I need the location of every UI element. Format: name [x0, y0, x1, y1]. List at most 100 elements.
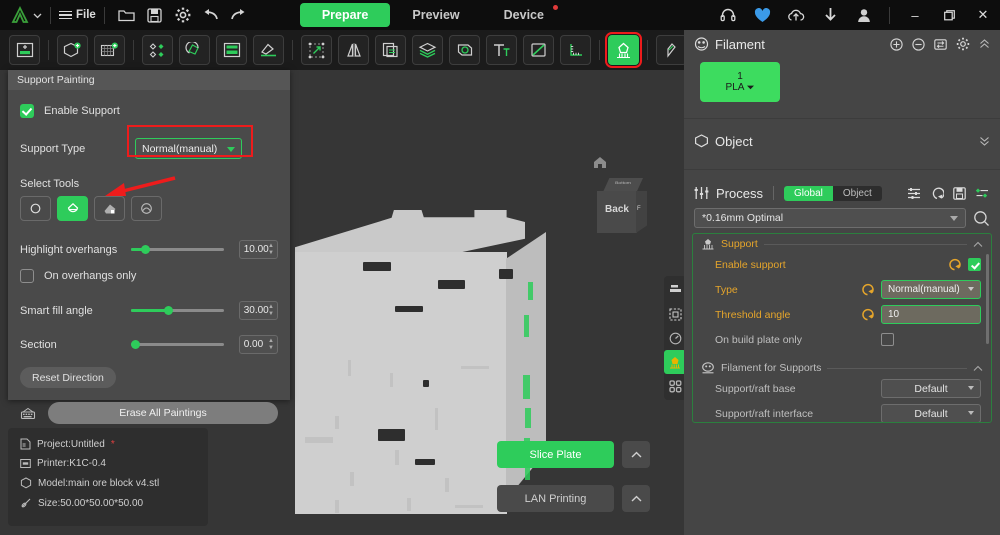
circle-brush-tool[interactable]	[20, 196, 51, 221]
color-painting-icon[interactable]	[656, 35, 687, 65]
threshold-angle-value: 10	[888, 309, 900, 320]
bounding-box-icon[interactable]	[664, 302, 684, 326]
filament-chip-1[interactable]: 1 PLA	[700, 62, 780, 102]
reset-support-type-icon[interactable]	[861, 283, 874, 296]
orient-icon[interactable]	[179, 35, 210, 65]
copy-icon[interactable]	[375, 35, 406, 65]
support-group-header[interactable]: Support	[693, 234, 991, 252]
section-input[interactable]: 0.00 ▲ ▼	[238, 335, 278, 354]
search-icon[interactable]	[973, 210, 990, 227]
tab-device[interactable]: Device	[482, 3, 566, 27]
stepper-up-icon[interactable]: ▲	[268, 243, 274, 249]
support-raft-interface-select[interactable]: Default	[881, 404, 981, 422]
tab-preview[interactable]: Preview	[390, 3, 481, 27]
add-filament-icon[interactable]	[890, 37, 903, 51]
grid-view-icon[interactable]	[664, 374, 684, 398]
heart-icon[interactable]	[745, 0, 779, 30]
stepper-down-icon[interactable]: ▼	[268, 250, 274, 256]
save-preset-icon[interactable]	[953, 186, 966, 200]
minimize-button[interactable]: –	[898, 0, 932, 30]
on-overhangs-only-checkbox[interactable]	[20, 269, 34, 283]
on-build-plate-only-checkbox[interactable]	[881, 333, 894, 346]
enable-support-row[interactable]: Enable Support	[20, 104, 278, 118]
advanced-settings-icon[interactable]	[975, 187, 990, 200]
slice-options-chevron[interactable]	[622, 441, 650, 468]
split-icon[interactable]	[216, 35, 247, 65]
support-view-icon[interactable]	[664, 350, 684, 374]
layers-icon[interactable]	[412, 35, 443, 65]
cloud-upload-icon[interactable]	[779, 0, 813, 30]
user-account-icon[interactable]	[847, 0, 881, 30]
stepper-up-icon[interactable]: ▲	[268, 338, 274, 344]
filament-supports-group-header[interactable]: Filament for Supports	[693, 358, 991, 376]
arrange-icon[interactable]	[142, 35, 173, 65]
collapse-filament-icon[interactable]	[979, 39, 990, 49]
stepper-down-icon[interactable]: ▼	[268, 311, 274, 317]
support-raft-base-select[interactable]: Default	[881, 379, 981, 398]
action-buttons: Slice Plate LAN Printing	[497, 441, 650, 512]
close-button[interactable]: ✕	[966, 0, 1000, 30]
open-project-button[interactable]	[113, 0, 141, 30]
file-menu-button[interactable]: File	[59, 9, 96, 21]
lay-flat-icon[interactable]	[253, 35, 284, 65]
highlight-overhangs-input[interactable]: 10.00 ▲ ▼	[238, 240, 278, 259]
undo-button[interactable]	[197, 0, 225, 30]
print-options-chevron[interactable]	[622, 485, 650, 512]
mirror-icon[interactable]	[338, 35, 369, 65]
smart-fill-angle-slider[interactable]	[130, 304, 224, 318]
cut-icon[interactable]	[449, 35, 480, 65]
fill-bucket-tool[interactable]	[57, 196, 88, 221]
speed-gauge-icon[interactable]	[664, 326, 684, 350]
support-painting-icon[interactable]	[605, 32, 642, 68]
sync-filament-icon[interactable]	[934, 38, 947, 51]
remove-filament-icon[interactable]	[912, 37, 925, 51]
move-icon[interactable]	[301, 35, 332, 65]
app-logo[interactable]	[0, 6, 42, 24]
slice-plate-button[interactable]: Slice Plate	[497, 441, 614, 468]
enable-support-setting-checkbox[interactable]	[968, 258, 981, 271]
process-preset-select[interactable]: *0.16mm Optimal	[694, 208, 966, 228]
threshold-angle-input[interactable]: 10	[881, 305, 981, 324]
erase-all-paintings-button[interactable]: Erase All Paintings	[48, 402, 278, 424]
seam-painting-icon[interactable]	[523, 35, 554, 65]
divider	[684, 169, 1000, 170]
navigation-cube[interactable]: Bottom Back F	[597, 178, 649, 234]
stepper-up-icon[interactable]: ▲	[268, 304, 274, 310]
add-object-icon[interactable]	[57, 35, 88, 65]
collapse-object-icon[interactable]	[979, 136, 990, 146]
object-section-header[interactable]: Object	[684, 127, 1000, 155]
add-plate-grid-icon[interactable]	[94, 35, 125, 65]
home-view-icon[interactable]	[593, 156, 607, 169]
undo-icon[interactable]	[930, 187, 944, 200]
tab-prepare[interactable]: Prepare	[299, 3, 391, 27]
maximize-button[interactable]	[932, 0, 966, 30]
download-icon[interactable]	[813, 0, 847, 30]
enable-support-checkbox[interactable]	[20, 104, 34, 118]
on-overhangs-only-row[interactable]: On overhangs only	[20, 269, 278, 283]
reset-threshold-angle-icon[interactable]	[861, 308, 874, 321]
redo-button[interactable]	[225, 0, 253, 30]
compare-icon[interactable]	[907, 187, 921, 200]
reset-enable-support-icon[interactable]	[948, 258, 961, 271]
collapse-filament-group-icon[interactable]	[973, 365, 983, 372]
highlight-overhangs-slider[interactable]	[130, 243, 224, 257]
text-icon[interactable]	[486, 35, 517, 65]
settings-gear-button[interactable]	[169, 0, 197, 30]
scope-global-tab[interactable]: Global	[783, 185, 833, 201]
measure-icon[interactable]	[560, 35, 591, 65]
navcube-side-face[interactable]	[636, 191, 647, 233]
smart-fill-angle-input[interactable]: 30.00 ▲ ▼	[238, 301, 278, 320]
layer-slider-icon[interactable]	[664, 278, 684, 302]
settings-scrollbar[interactable]	[986, 254, 989, 344]
stepper-down-icon[interactable]: ▼	[268, 345, 274, 351]
save-project-button[interactable]	[141, 0, 169, 30]
lan-printing-button[interactable]: LAN Printing	[497, 485, 614, 512]
scope-object-tab[interactable]: Object	[833, 186, 882, 201]
support-type-setting-select[interactable]: Normal(manual)	[881, 280, 981, 299]
filament-settings-icon[interactable]	[956, 37, 970, 51]
collapse-support-group-icon[interactable]	[973, 241, 983, 248]
support-headset-icon[interactable]	[711, 0, 745, 30]
add-plate-icon[interactable]	[9, 35, 40, 65]
reset-direction-button[interactable]: Reset Direction	[20, 367, 116, 388]
section-slider[interactable]	[130, 338, 224, 352]
